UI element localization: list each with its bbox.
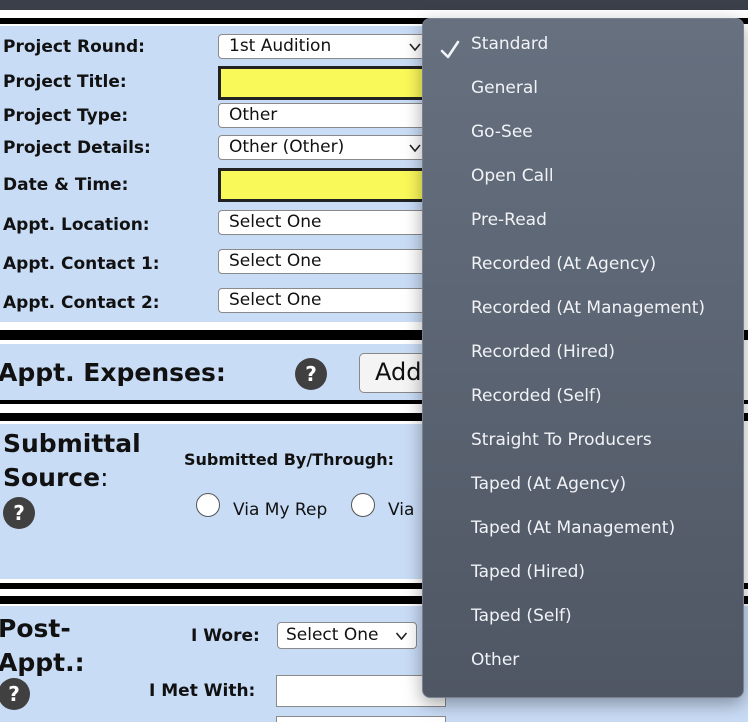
via-label: Via [388, 500, 415, 520]
help-icon[interactable]: ? [3, 497, 35, 529]
chevron-down-icon [409, 43, 421, 52]
i-wore-label: I Wore: [191, 626, 260, 646]
post-appt-title-line1: Post- [0, 614, 71, 643]
top-border [0, 0, 748, 10]
extra-field[interactable] [276, 716, 446, 722]
project-details-select[interactable]: Other (Other) [218, 135, 428, 160]
chevron-down-icon [395, 632, 408, 641]
dropdown-option[interactable]: Taped (Hired) [471, 562, 585, 582]
project-type-value: Other [229, 105, 278, 125]
submitted-by-label: Submitted By/Through: [184, 450, 394, 469]
dropdown-option[interactable]: Recorded (At Agency) [471, 254, 656, 274]
help-icon[interactable]: ? [295, 358, 327, 390]
project-title-label: Project Title: [3, 72, 127, 92]
post-appt-title-line2: Appt.: [0, 648, 85, 677]
project-details-value: Other (Other) [229, 137, 345, 157]
chevron-down-icon [409, 144, 421, 153]
dropdown-option[interactable]: Other [471, 650, 519, 670]
i-met-with-field[interactable] [276, 675, 446, 707]
date-time-field[interactable] [218, 168, 428, 202]
submittal-title-line2: Source: [3, 463, 109, 492]
via-my-rep-label: Via My Rep [233, 500, 328, 520]
project-round-select[interactable]: 1st Audition [218, 34, 428, 59]
dropdown-option[interactable]: Recorded (Hired) [471, 342, 615, 362]
project-round-label: Project Round: [3, 37, 145, 57]
submittal-title-line1: Submittal [3, 429, 141, 458]
dropdown-option[interactable]: Taped (Self) [471, 606, 572, 626]
appt-contact2-value: Select One [229, 290, 322, 310]
project-type-dropdown-menu[interactable]: Standard General Go-See Open Call Pre-Read Re… [422, 18, 744, 698]
dropdown-option[interactable]: Recorded (At Management) [471, 298, 705, 318]
via-my-rep-radio[interactable] [196, 493, 220, 517]
dropdown-option[interactable]: Taped (At Agency) [471, 474, 626, 494]
i-met-with-label: I Met With: [149, 681, 256, 701]
dropdown-option[interactable]: Open Call [471, 166, 554, 186]
appt-contact1-label: Appt. Contact 1: [3, 254, 160, 274]
appt-contact1-select[interactable]: Select One [218, 249, 428, 274]
dropdown-option[interactable]: Go-See [471, 122, 533, 142]
i-wore-select[interactable]: Select One [277, 622, 417, 649]
dropdown-option[interactable]: Recorded (Self) [471, 386, 602, 406]
dropdown-option[interactable]: Taped (At Management) [471, 518, 675, 538]
dropdown-option[interactable]: General [471, 78, 538, 98]
checkmark-icon [440, 40, 460, 59]
project-title-field[interactable] [218, 66, 428, 100]
appt-location-value: Select One [229, 212, 322, 232]
dropdown-option[interactable]: Standard [471, 34, 548, 54]
appt-contact2-label: Appt. Contact 2: [3, 293, 160, 313]
project-type-label: Project Type: [3, 106, 129, 126]
date-time-label: Date & Time: [3, 175, 129, 195]
appt-contact2-select[interactable]: Select One [218, 288, 428, 313]
project-round-value: 1st Audition [229, 36, 332, 56]
via-radio[interactable] [351, 493, 375, 517]
dropdown-option[interactable]: Pre-Read [471, 210, 547, 230]
project-type-select[interactable]: Other [218, 103, 428, 128]
appt-location-label: Appt. Location: [3, 215, 150, 235]
dropdown-option[interactable]: Straight To Producers [471, 430, 652, 450]
appt-location-select[interactable]: Select One [218, 210, 428, 235]
appt-contact1-value: Select One [229, 251, 322, 271]
project-details-label: Project Details: [3, 138, 151, 158]
i-wore-value: Select One [286, 625, 379, 645]
expenses-title: Appt. Expenses: [0, 358, 226, 387]
